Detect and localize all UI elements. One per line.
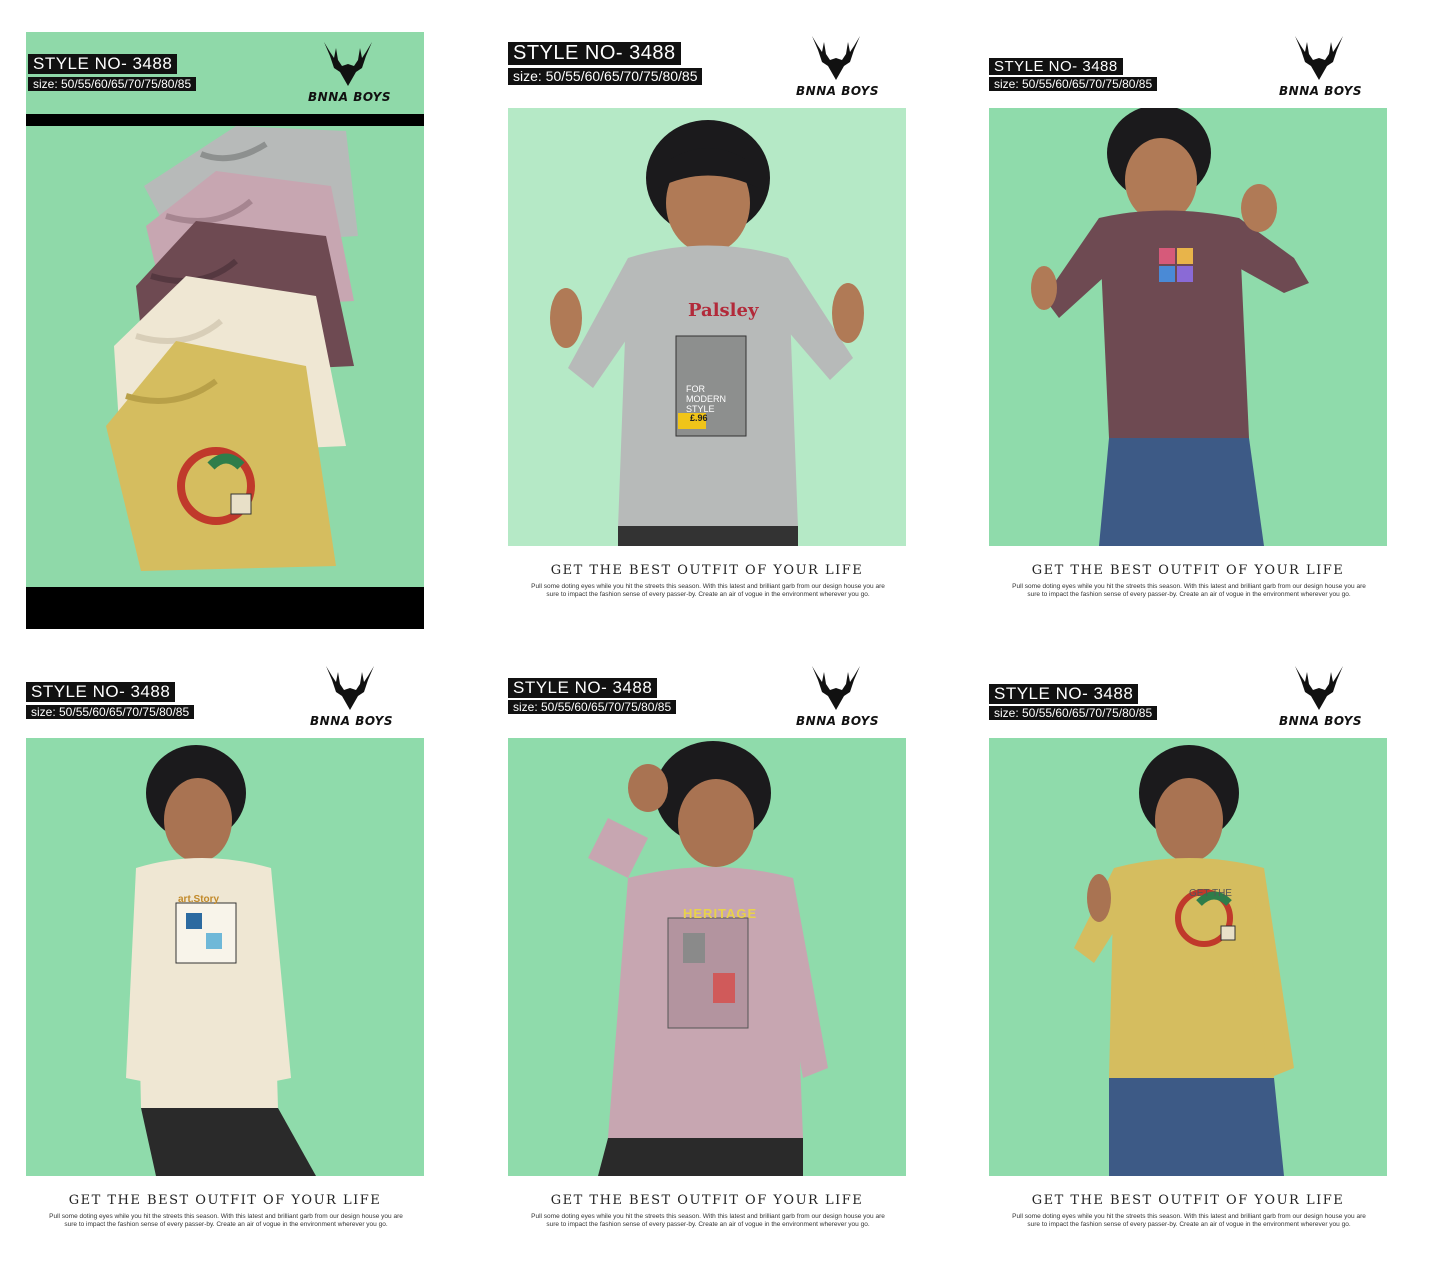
- shirt-print-text: Palsley: [688, 300, 759, 321]
- deer-antler-icon: [1295, 36, 1343, 80]
- style-number-label: STYLE NO- 3488: [508, 42, 681, 65]
- tagline: GET THE BEST OUTFIT OF YOUR LIFE: [1031, 1193, 1345, 1208]
- product-card-mauve: STYLE NO- 3488 size: 50/55/60/65/70/75/8…: [508, 662, 908, 1262]
- deer-antler-icon: [1295, 666, 1343, 710]
- brand-name: BNNA BOYS: [796, 714, 880, 728]
- tagline: GET THE BEST OUTFIT OF YOUR LIFE: [550, 1193, 864, 1208]
- tagline: GET THE BEST OUTFIT OF YOUR LIFE: [550, 563, 864, 578]
- product-poster-folded: STYLE NO- 3488 size: 50/55/60/65/70/75/8…: [26, 32, 424, 629]
- description: Pull some doting eyes while you hit the …: [1012, 1213, 1366, 1228]
- description: Pull some doting eyes while you hit the …: [1012, 583, 1366, 598]
- size-label: size: 50/55/60/65/70/75/80/85: [26, 705, 195, 719]
- product-card-cream: STYLE NO- 3488 size: 50/55/60/65/70/75/8…: [26, 662, 426, 1262]
- shirt-print-text: HERITAGE: [683, 906, 758, 921]
- deer-antler-icon: [324, 42, 372, 86]
- model-photo: [508, 108, 906, 546]
- brand-name: BNNA BOYS: [310, 714, 394, 728]
- shirt-print-price: £.96: [690, 413, 708, 423]
- product-card-grey: STYLE NO- 3488 size: 50/55/60/65/70/75/8…: [508, 32, 908, 632]
- shirt-print-text: GET THE: [1189, 888, 1232, 899]
- brand-logo: BNNA BOYS: [1279, 662, 1363, 728]
- shirt-print-text: art.Story: [178, 894, 220, 905]
- tagline: GET THE BEST OUTFIT OF YOUR LIFE: [68, 1193, 382, 1208]
- brand-name: BNNA BOYS: [308, 90, 392, 104]
- deer-antler-icon: [326, 666, 374, 710]
- size-label: size: 50/55/60/65/70/75/80/85: [28, 77, 197, 91]
- brand-logo: BNNA BOYS: [308, 38, 392, 104]
- brand-name: BNNA BOYS: [1279, 84, 1363, 98]
- top-stripe: [26, 114, 424, 126]
- size-label: size: 50/55/60/65/70/75/80/85: [508, 68, 703, 85]
- model-photo: [508, 738, 906, 1176]
- brand-logo: BNNA BOYS: [796, 662, 880, 728]
- deer-antler-icon: [812, 36, 860, 80]
- size-label: size: 50/55/60/65/70/75/80/85: [989, 706, 1158, 720]
- brand-name: BNNA BOYS: [1279, 714, 1363, 728]
- model-photo: [989, 738, 1387, 1176]
- model-photo: [26, 738, 424, 1176]
- shirt-print-subtext: FOR MODERN STYLE: [686, 384, 726, 414]
- folded-shirt-stack: [26, 126, 424, 587]
- style-number-label: STYLE NO- 3488: [989, 684, 1139, 704]
- brand-logo: BNNA BOYS: [1279, 32, 1363, 98]
- size-label: size: 50/55/60/65/70/75/80/85: [508, 700, 677, 714]
- style-number-label: STYLE NO- 3488: [26, 682, 176, 702]
- size-label: size: 50/55/60/65/70/75/80/85: [989, 77, 1158, 91]
- tagline: GET THE BEST OUTFIT OF YOUR LIFE: [1031, 563, 1345, 578]
- model-photo: [989, 108, 1387, 546]
- brand-name: BNNA BOYS: [796, 84, 880, 98]
- brand-logo: BNNA BOYS: [796, 32, 880, 98]
- description: Pull some doting eyes while you hit the …: [49, 1213, 403, 1228]
- bottom-stripe: [26, 587, 424, 629]
- product-card-mustard: STYLE NO- 3488 size: 50/55/60/65/70/75/8…: [989, 662, 1389, 1262]
- brand-logo: BNNA BOYS: [310, 662, 394, 728]
- style-number-label: STYLE NO- 3488: [28, 54, 178, 74]
- product-card-maroon: STYLE NO- 3488 size: 50/55/60/65/70/75/8…: [989, 32, 1389, 632]
- style-number-label: STYLE NO- 3488: [508, 678, 658, 698]
- description: Pull some doting eyes while you hit the …: [531, 1213, 885, 1228]
- deer-antler-icon: [812, 666, 860, 710]
- style-number-label: STYLE NO- 3488: [989, 58, 1123, 75]
- description: Pull some doting eyes while you hit the …: [531, 583, 885, 598]
